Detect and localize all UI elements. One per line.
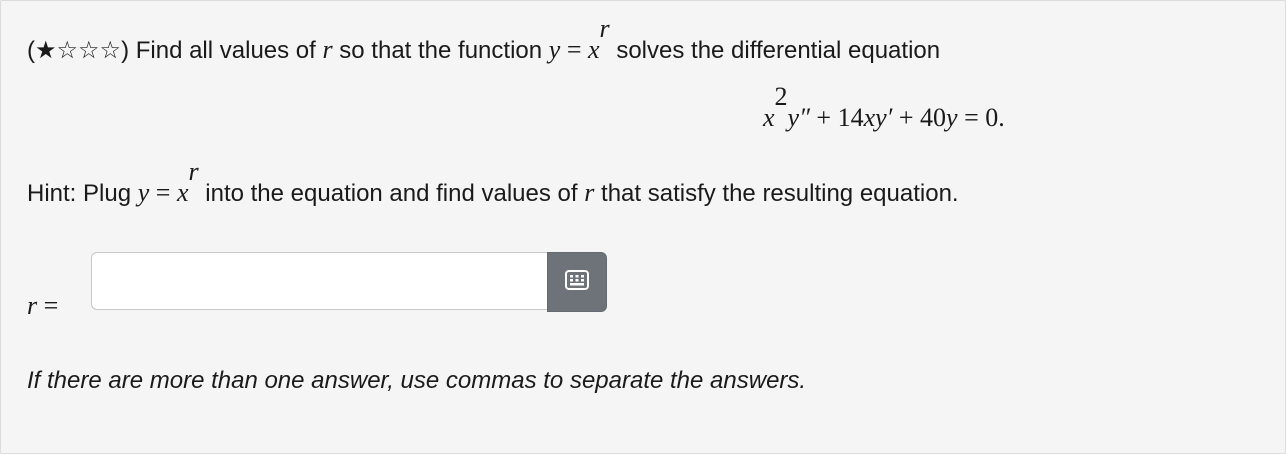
differential-equation: x2y″ + 14xy′ + 40y = 0. xyxy=(763,84,1005,133)
question-text-part: so that the function xyxy=(332,36,549,64)
eq-y: y xyxy=(946,102,958,132)
eq-x: x xyxy=(763,102,775,132)
eq-coef: 40 xyxy=(920,102,947,132)
math-var-x: x xyxy=(176,177,189,207)
eq-equals: = xyxy=(957,102,986,132)
eq-y-double-prime: y″ xyxy=(787,102,810,132)
question-text-part: solves the differential equation xyxy=(609,36,941,64)
question-text-part: Find all values of xyxy=(129,36,323,64)
answer-instructions: If there are more than one answer, use c… xyxy=(27,367,807,394)
math-var-x: x xyxy=(587,34,600,64)
math-var-y: y xyxy=(548,34,561,64)
hint-text-part: Hint: Plug xyxy=(27,179,138,207)
open-paren: ( xyxy=(27,36,35,64)
difficulty-stars: ★☆☆☆ xyxy=(35,36,122,64)
hint-text-part: into the equation and find values of xyxy=(198,179,585,207)
answer-input[interactable] xyxy=(91,252,547,310)
eq-rhs: 0. xyxy=(985,102,1005,132)
keyboard-grid-icon xyxy=(565,269,589,295)
answer-label-equals: = xyxy=(37,291,59,320)
math-var-y: y xyxy=(137,177,150,207)
answer-label: r = xyxy=(27,291,58,322)
question-panel: (★☆☆☆) Find all values of r so that the … xyxy=(0,0,1286,454)
math-exponent: r xyxy=(188,157,199,186)
math-exponent: r xyxy=(599,14,610,43)
answer-label-var: r xyxy=(27,291,38,320)
keypad-button[interactable] xyxy=(547,252,607,312)
eq-plus: + xyxy=(892,102,921,132)
close-paren: ) xyxy=(121,36,130,64)
hint-text: Hint: Plug y = xr into the equation and … xyxy=(27,159,959,209)
eq-exponent: 2 xyxy=(774,82,788,111)
math-var-r: r xyxy=(322,34,333,64)
eq-xy-prime: xy′ xyxy=(863,102,893,132)
math-equals: = xyxy=(149,177,177,207)
eq-coef: 14 xyxy=(837,102,864,132)
math-equals: = xyxy=(560,34,588,64)
question-text: (★☆☆☆) Find all values of r so that the … xyxy=(27,16,941,66)
hint-text-part: that satisfy the resulting equation. xyxy=(594,179,959,207)
math-var-r: r xyxy=(584,177,595,207)
eq-plus: + xyxy=(809,102,838,132)
